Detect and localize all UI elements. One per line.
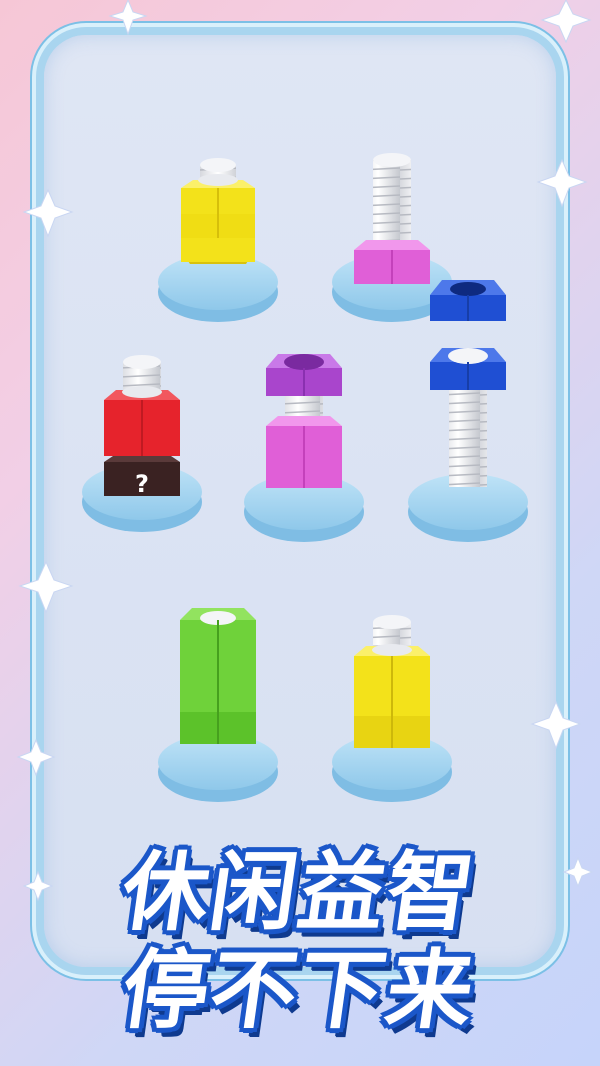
sparkle-icon [536, 158, 588, 208]
sparkle-icon [22, 188, 74, 238]
sparkle-icon [16, 738, 56, 777]
title-line-2: 停不下来 [115, 941, 482, 1041]
hidden-nut-label: ? [135, 470, 149, 498]
stack-6[interactable] [158, 608, 278, 802]
sparkle-icon [18, 560, 74, 614]
sparkle-icon [530, 700, 582, 750]
nut-dark: ? [104, 454, 180, 498]
sparkle-icon [108, 0, 148, 36]
sparkle-icon [562, 856, 594, 888]
stack-5[interactable] [408, 280, 528, 542]
nut-pink [266, 416, 342, 458]
nut-green [180, 608, 256, 650]
stack-4[interactable] [244, 354, 364, 542]
stack-3[interactable]: ? [82, 355, 202, 532]
nut-blue [430, 348, 506, 390]
stack-1[interactable] [158, 158, 278, 322]
floating-nut-blue[interactable] [430, 280, 506, 321]
stack-7[interactable] [332, 615, 452, 802]
floating-nut-purple[interactable] [266, 354, 342, 396]
nut-pink [354, 240, 430, 284]
sparkle-icon [540, 0, 592, 44]
